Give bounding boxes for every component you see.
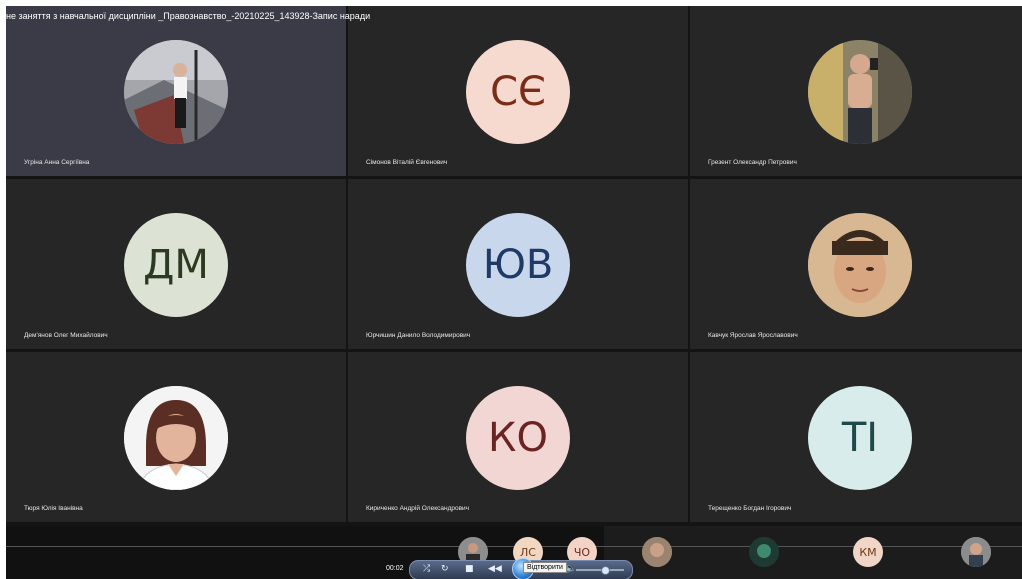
- participant-initials: КО: [466, 386, 570, 490]
- participant-initials: СЄ: [466, 40, 570, 144]
- participant-tile[interactable]: СЄ Сімонов Віталій Євгенович: [348, 6, 688, 176]
- shuffle-icon[interactable]: ⤮: [423, 564, 430, 574]
- participant-photo: [124, 386, 228, 490]
- meeting-recording-window: Угріна Анна Сергіївна СЄ Сімонов Віталій…: [6, 6, 1022, 579]
- volume-slider[interactable]: [576, 569, 624, 571]
- participant-tile[interactable]: Грезент Олександр Петрович: [690, 6, 1022, 176]
- participant-name: Терещенко Богдан Ігорович: [708, 505, 792, 512]
- play-tooltip: Відтворити: [523, 562, 567, 573]
- participant-name: Сімонов Віталій Євгенович: [366, 159, 448, 166]
- playback-time: 00:02: [386, 565, 404, 572]
- participant-name: Дем'янов Олег Михайлович: [24, 332, 108, 339]
- participant-name: Кавчук Ярослав Ярославович: [708, 332, 798, 339]
- previous-icon[interactable]: ◀◀: [488, 564, 502, 574]
- strip-participant-photo[interactable]: [961, 537, 991, 567]
- participant-initials: ДМ: [124, 213, 228, 317]
- participant-tile[interactable]: КО Кириченко Андрій Олександрович: [348, 352, 688, 522]
- participant-tile[interactable]: ТІ Терещенко Богдан Ігорович: [690, 352, 1022, 522]
- participant-tile[interactable]: ЮВ Юрчишин Данило Володимирович: [348, 179, 688, 349]
- strip-participant-initials[interactable]: КМ: [853, 537, 883, 567]
- repeat-icon[interactable]: ↻: [441, 564, 449, 574]
- participant-name: Грезент Олександр Петрович: [708, 159, 797, 166]
- participant-photo: [124, 40, 228, 144]
- strip-participant-photo[interactable]: [642, 537, 672, 567]
- participant-tile[interactable]: ДМ Дем'янов Олег Михайлович: [6, 179, 346, 349]
- participant-tile[interactable]: Тюря Юлія Іванівна: [6, 352, 346, 522]
- participant-initials: ТІ: [808, 386, 912, 490]
- participant-photo: [808, 40, 912, 144]
- volume-knob[interactable]: [601, 566, 610, 575]
- participant-name: Кириченко Андрій Олександрович: [366, 505, 470, 512]
- participant-initials: ЮВ: [466, 213, 570, 317]
- participant-photo: [808, 213, 912, 317]
- strip-participant-photo[interactable]: [749, 537, 779, 567]
- participant-name: Юрчишин Данило Володимирович: [366, 332, 471, 339]
- participant-name: Тюря Юлія Іванівна: [24, 505, 83, 512]
- participant-tile[interactable]: Угріна Анна Сергіївна: [6, 6, 346, 176]
- participant-grid: Угріна Анна Сергіївна СЄ Сімонов Віталій…: [6, 6, 1022, 526]
- stop-icon[interactable]: ■: [465, 564, 474, 574]
- window-title: не заняття з навчальної дисципліни _Прав…: [6, 11, 371, 21]
- participant-tile[interactable]: Кавчук Ярослав Ярославович: [690, 179, 1022, 349]
- participant-name: Угріна Анна Сергіївна: [24, 159, 90, 166]
